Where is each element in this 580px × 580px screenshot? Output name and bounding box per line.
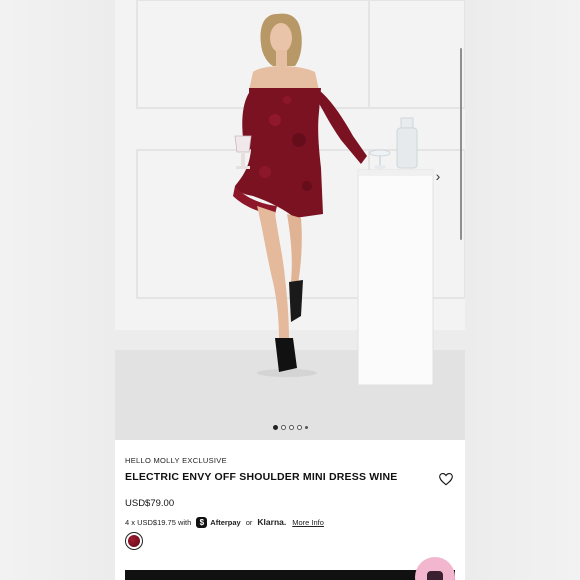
or-text: or xyxy=(245,517,253,527)
background-left xyxy=(0,0,115,580)
klarna-label: Klarna. xyxy=(257,517,287,527)
background-right xyxy=(465,0,580,580)
gallery-dot[interactable] xyxy=(297,424,302,430)
product-page: › HELLO MOLLY EXCLUSIVE ELECTRIC ENVY OF… xyxy=(115,0,465,580)
heart-icon[interactable] xyxy=(438,471,454,487)
afterpay-label: Afterpay xyxy=(210,517,241,527)
chevron-right-icon[interactable]: › xyxy=(431,168,445,184)
swatch-fill xyxy=(128,535,140,547)
installment-text: 4 x USD$19.75 with xyxy=(125,517,192,527)
gallery-dot[interactable] xyxy=(281,424,286,430)
brand-eyebrow: HELLO MOLLY EXCLUSIVE xyxy=(125,456,227,465)
product-photo xyxy=(115,0,465,440)
installment-info: 4 x USD$19.75 with $ Afterpay or Klarna.… xyxy=(125,516,324,528)
product-title: ELECTRIC ENVY OFF SHOULDER MINI DRESS WI… xyxy=(125,471,398,483)
gallery-scrollbar[interactable] xyxy=(460,48,462,240)
gallery-pagination[interactable] xyxy=(273,424,308,430)
gallery-dot[interactable] xyxy=(273,424,278,430)
color-swatch-wine[interactable] xyxy=(125,532,143,550)
gallery-dot[interactable] xyxy=(305,425,308,429)
chat-icon xyxy=(427,571,443,580)
afterpay-logo-icon: $ xyxy=(196,516,208,528)
chat-button[interactable] xyxy=(415,557,455,580)
product-price: USD$79.00 xyxy=(125,498,175,509)
add-to-bag-button[interactable] xyxy=(125,570,455,580)
product-image-gallery[interactable]: › xyxy=(115,0,465,440)
gallery-dot[interactable] xyxy=(289,424,294,430)
more-info-link[interactable]: More Info xyxy=(292,518,324,527)
